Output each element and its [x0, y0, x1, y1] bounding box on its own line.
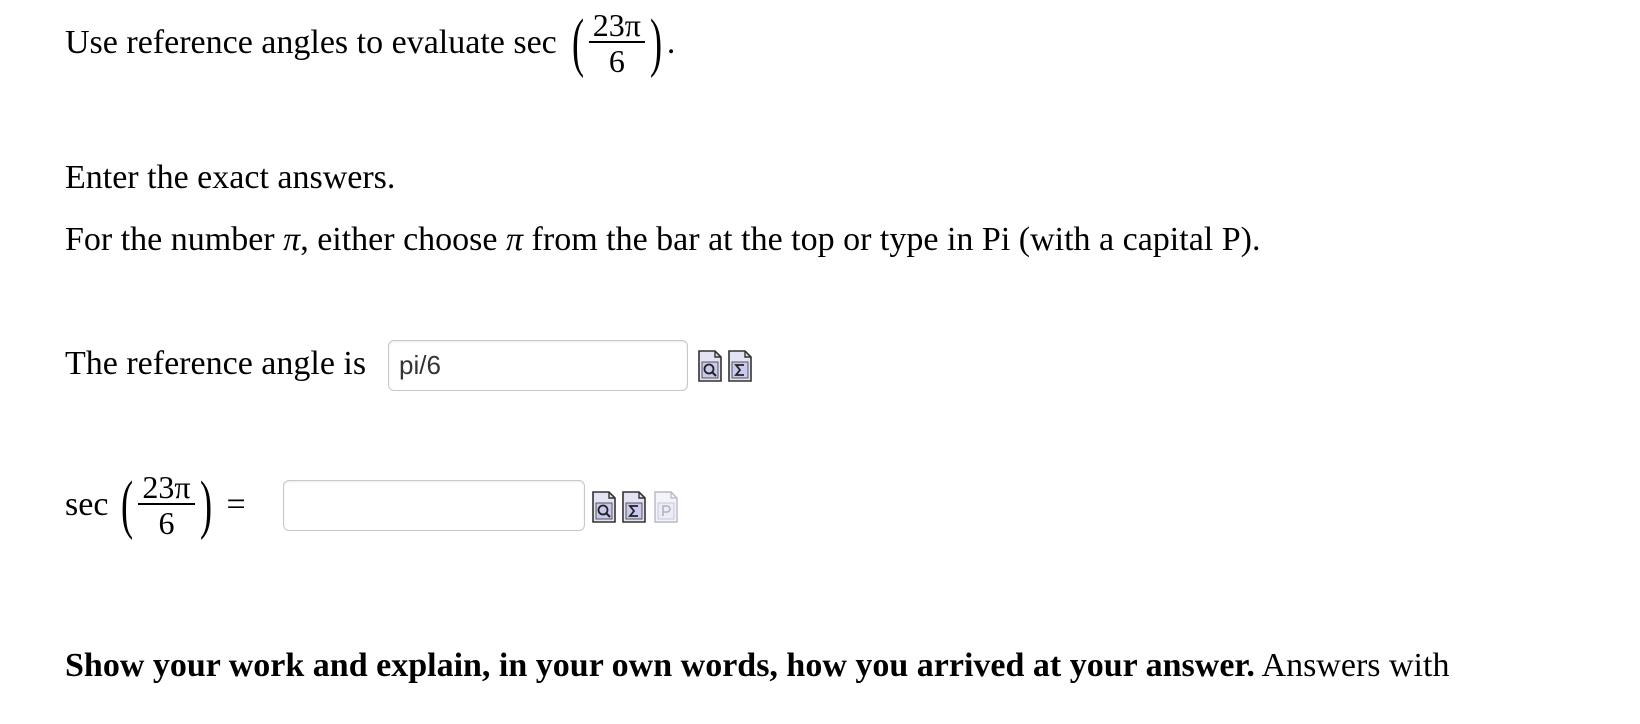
instruction-pi-text-b: , either choose [300, 221, 506, 258]
sec-function: sec [65, 486, 109, 523]
instruction-pi-text-a: For the number [65, 221, 284, 258]
pi-symbol: π [283, 221, 301, 258]
show-work-rest: Answers with [1254, 647, 1450, 684]
sec-expression: sec ( 23π 6 ) = [65, 470, 246, 540]
show-work-bold: Show your work and explain, in your own … [65, 647, 1255, 684]
left-paren: ( [121, 468, 134, 541]
fraction-denominator: 6 [608, 43, 625, 79]
right-paren: ) [649, 6, 662, 79]
question-line: Use reference angles to evaluate sec ( 2… [65, 8, 675, 78]
equation-editor-icon[interactable] [622, 491, 646, 523]
fraction-denominator: 6 [158, 505, 175, 541]
pi-symbol: π [506, 221, 524, 258]
right-paren: ) [199, 468, 212, 541]
instruction-exact: Enter the exact answers. [65, 159, 396, 196]
sec-fraction: 23π 6 [138, 471, 195, 541]
question-suffix: . [666, 24, 676, 61]
show-work-text: Show your work and explain, in your own … [65, 646, 1449, 686]
reference-angle-value: pi/6 [399, 350, 441, 380]
equals-sign: = [226, 486, 246, 523]
question-prefix: Use reference angles to evaluate sec [65, 24, 557, 61]
preview-icon[interactable] [698, 350, 722, 382]
reference-angle-label: The reference angle is [65, 345, 367, 382]
sec-answer-input[interactable] [283, 480, 585, 531]
preview-icon[interactable] [592, 491, 616, 523]
question-fraction: 23π 6 [588, 9, 645, 79]
fraction-numerator: 23π [138, 471, 195, 505]
equation-editor-icon[interactable] [728, 350, 752, 382]
instruction-pi: For the number π, either choose π from t… [65, 220, 1260, 260]
left-paren: ( [571, 6, 584, 79]
fraction-numerator: 23π [588, 9, 645, 43]
instruction-pi-text-c: from the bar at the top or type in Pi (w… [523, 221, 1261, 258]
reference-angle-input[interactable]: pi/6 [388, 340, 688, 391]
help-icon[interactable] [654, 491, 678, 523]
